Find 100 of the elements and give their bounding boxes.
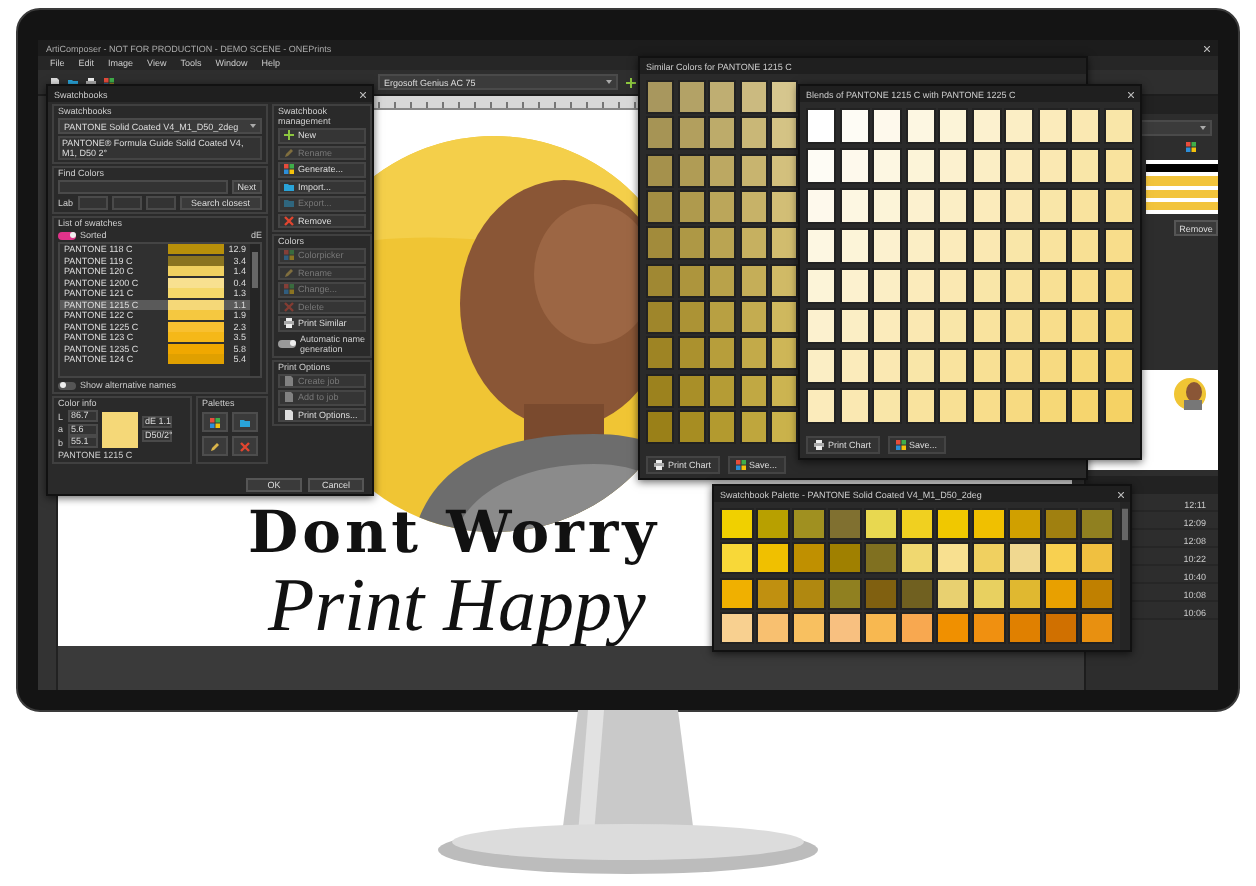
color-swatch[interactable] bbox=[936, 612, 970, 644]
color-swatch[interactable] bbox=[770, 116, 798, 151]
color-swatch[interactable] bbox=[1103, 347, 1134, 385]
color-swatch[interactable] bbox=[708, 373, 736, 408]
color-swatch[interactable] bbox=[756, 577, 790, 610]
color-swatch[interactable] bbox=[905, 187, 936, 225]
color-swatch[interactable] bbox=[972, 577, 1006, 610]
color-swatch[interactable] bbox=[1080, 542, 1114, 575]
color-swatch[interactable] bbox=[905, 108, 936, 145]
lab-field[interactable] bbox=[111, 196, 142, 210]
color-swatch[interactable] bbox=[756, 508, 790, 540]
color-swatch[interactable] bbox=[720, 542, 754, 575]
color-swatch[interactable] bbox=[1103, 307, 1134, 345]
color-swatch[interactable] bbox=[1037, 147, 1068, 185]
color-swatch[interactable] bbox=[1044, 508, 1078, 540]
color-swatch[interactable] bbox=[872, 147, 903, 185]
color-swatch[interactable] bbox=[646, 80, 674, 114]
color-swatch[interactable] bbox=[864, 508, 898, 540]
color-swatch[interactable] bbox=[739, 116, 767, 151]
color-swatch[interactable] bbox=[739, 410, 767, 444]
color-swatch[interactable] bbox=[864, 542, 898, 575]
color-swatch[interactable] bbox=[971, 387, 1002, 424]
color-swatch[interactable] bbox=[1103, 108, 1134, 145]
color-swatch[interactable] bbox=[839, 307, 870, 345]
color-swatch[interactable] bbox=[1070, 387, 1101, 424]
color-swatch[interactable] bbox=[1103, 267, 1134, 305]
color-swatch[interactable] bbox=[770, 373, 798, 408]
color-swatch[interactable] bbox=[938, 187, 969, 225]
color-swatch[interactable] bbox=[646, 410, 674, 444]
color-swatch[interactable] bbox=[828, 612, 862, 644]
color-swatch[interactable] bbox=[708, 226, 736, 261]
color-swatch[interactable] bbox=[839, 147, 870, 185]
color-swatch[interactable] bbox=[677, 116, 705, 151]
color-swatch[interactable] bbox=[971, 187, 1002, 225]
color-swatch[interactable] bbox=[905, 387, 936, 424]
color-swatch[interactable] bbox=[900, 542, 934, 575]
color-swatch[interactable] bbox=[770, 80, 798, 114]
color-swatch[interactable] bbox=[1070, 187, 1101, 225]
color-swatch[interactable] bbox=[1004, 387, 1035, 424]
color-swatch[interactable] bbox=[905, 227, 936, 265]
color-swatch[interactable] bbox=[756, 542, 790, 575]
color-swatch[interactable] bbox=[677, 190, 705, 224]
color-swatch[interactable] bbox=[1004, 187, 1035, 225]
color-swatch[interactable] bbox=[839, 267, 870, 305]
lab-field[interactable] bbox=[77, 196, 108, 210]
lab-field[interactable] bbox=[145, 196, 176, 210]
color-swatch[interactable] bbox=[708, 263, 736, 298]
color-swatch[interactable] bbox=[971, 227, 1002, 265]
close-icon[interactable] bbox=[360, 91, 366, 97]
color-swatch[interactable] bbox=[936, 577, 970, 610]
find-field[interactable] bbox=[58, 180, 228, 194]
color-swatch[interactable] bbox=[646, 336, 674, 371]
color-swatch[interactable] bbox=[1044, 612, 1078, 644]
color-swatch[interactable] bbox=[872, 347, 903, 385]
color-swatch[interactable] bbox=[1004, 108, 1035, 145]
color-swatch[interactable] bbox=[905, 267, 936, 305]
toggle-switch[interactable] bbox=[58, 231, 76, 239]
color-swatch[interactable] bbox=[1044, 542, 1078, 575]
color-swatch[interactable] bbox=[677, 226, 705, 261]
color-swatch[interactable] bbox=[872, 307, 903, 345]
color-swatch[interactable] bbox=[971, 307, 1002, 345]
color-swatch[interactable] bbox=[708, 153, 736, 188]
color-swatch[interactable] bbox=[1070, 267, 1101, 305]
color-swatch[interactable] bbox=[1103, 187, 1134, 225]
color-swatch[interactable] bbox=[1080, 612, 1114, 644]
color-swatch[interactable] bbox=[1037, 108, 1068, 145]
color-swatch[interactable] bbox=[1080, 508, 1114, 540]
color-swatch[interactable] bbox=[938, 227, 969, 265]
color-swatch[interactable] bbox=[1103, 227, 1134, 265]
color-swatch[interactable] bbox=[646, 373, 674, 408]
color-swatch[interactable] bbox=[864, 612, 898, 644]
color-swatch[interactable] bbox=[708, 80, 736, 114]
color-swatch[interactable] bbox=[739, 336, 767, 371]
color-swatch[interactable] bbox=[1080, 577, 1114, 610]
toggle-switch[interactable] bbox=[278, 339, 296, 347]
color-swatch[interactable] bbox=[1037, 387, 1068, 424]
color-swatch[interactable] bbox=[839, 227, 870, 265]
color-swatch[interactable] bbox=[770, 300, 798, 334]
color-swatch[interactable] bbox=[792, 508, 826, 540]
color-swatch[interactable] bbox=[1008, 508, 1042, 540]
color-swatch[interactable] bbox=[1004, 267, 1035, 305]
color-swatch[interactable] bbox=[646, 116, 674, 151]
close-icon[interactable] bbox=[1128, 91, 1134, 97]
color-swatch[interactable] bbox=[839, 108, 870, 145]
color-swatch[interactable] bbox=[792, 612, 826, 644]
color-swatch[interactable] bbox=[828, 542, 862, 575]
color-swatch[interactable] bbox=[971, 347, 1002, 385]
color-swatch[interactable] bbox=[677, 263, 705, 298]
color-swatch[interactable] bbox=[739, 153, 767, 188]
color-swatch[interactable] bbox=[708, 336, 736, 371]
color-swatch[interactable] bbox=[756, 612, 790, 644]
color-swatch[interactable] bbox=[708, 190, 736, 224]
color-swatch[interactable] bbox=[739, 190, 767, 224]
color-swatch[interactable] bbox=[806, 307, 837, 345]
color-swatch[interactable] bbox=[739, 373, 767, 408]
color-swatch[interactable] bbox=[938, 347, 969, 385]
color-swatch[interactable] bbox=[720, 577, 754, 610]
close-icon[interactable] bbox=[1204, 45, 1210, 51]
color-swatch[interactable] bbox=[900, 612, 934, 644]
scrollbar[interactable] bbox=[1120, 502, 1130, 650]
